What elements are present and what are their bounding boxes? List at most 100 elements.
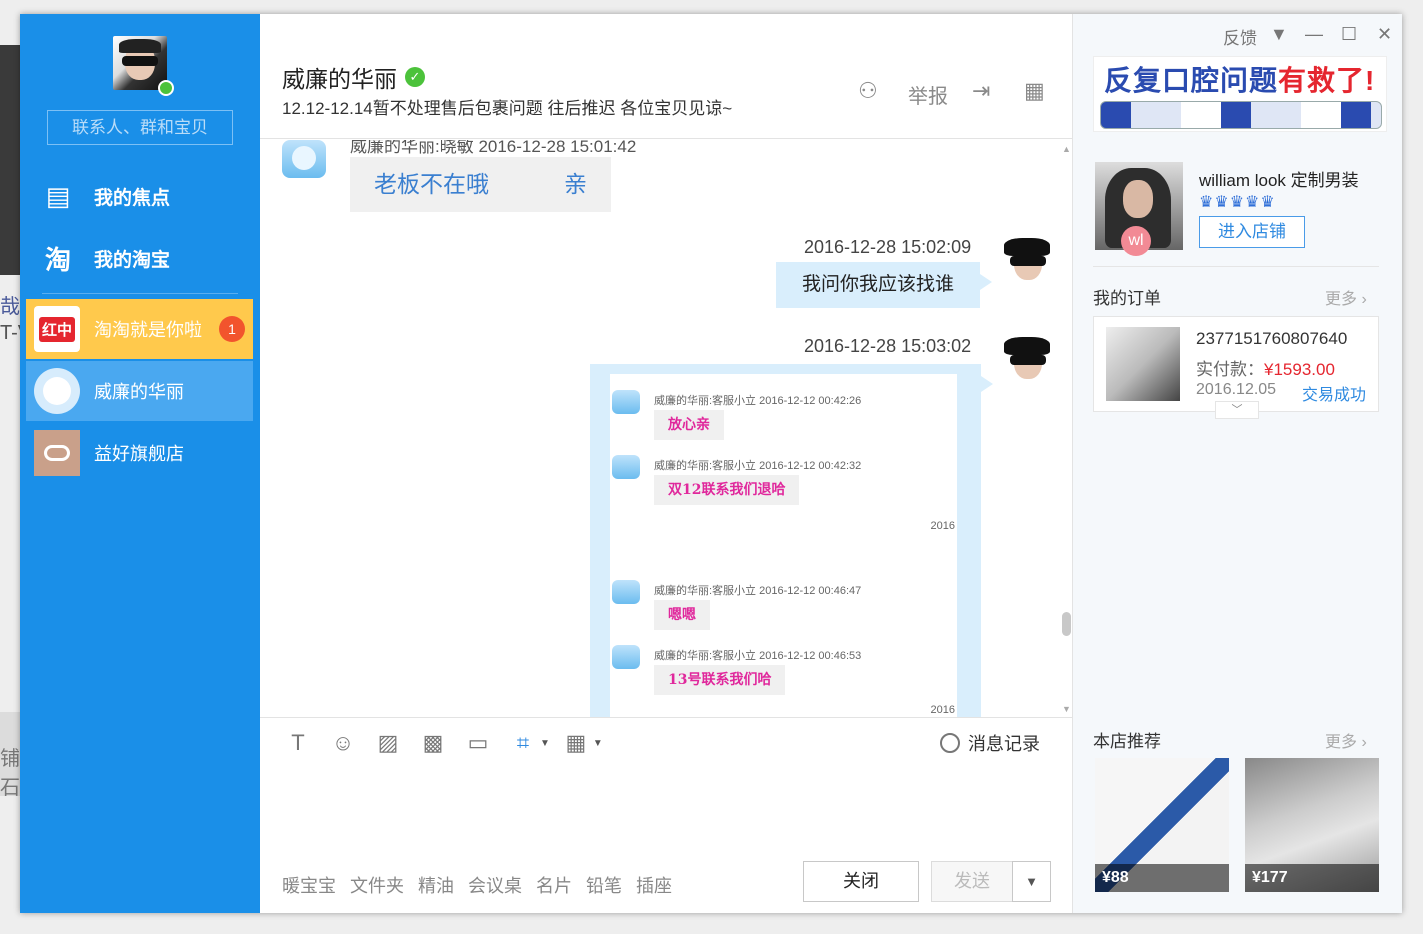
desktop-text: 铺石 <box>0 712 20 796</box>
order-paid: 实付款：¥1593.00 <box>1196 360 1335 379</box>
quick-phrase[interactable]: 暖宝宝 <box>282 872 336 898</box>
minimize-icon[interactable]: — <box>1305 24 1323 45</box>
contact-item-yihao[interactable]: 益好旗舰店 <box>26 423 253 483</box>
scrollbar-thumb[interactable] <box>1062 612 1071 636</box>
screenshot-timestamp: 2016 <box>930 520 955 532</box>
chat-screenshot-image[interactable]: 威廉的华丽:客服小立 2016-12-12 00:42:26 放心亲 威廉的华丽… <box>610 374 957 717</box>
quick-phrase-bar: 暖宝宝 文件夹 精油 会议桌 名片 铅笔 插座 <box>282 872 672 898</box>
quick-phrase[interactable]: 铅笔 <box>586 872 622 898</box>
online-status-icon <box>158 80 174 96</box>
shop-name: william look 定制男装 <box>1199 171 1359 190</box>
divider <box>1093 266 1379 267</box>
quick-phrase[interactable]: 文件夹 <box>350 872 404 898</box>
enter-shop-button[interactable]: 进入店铺 <box>1199 216 1305 248</box>
contact-avatar: 红中 <box>34 306 80 352</box>
report-button[interactable]: 举报 <box>908 80 948 109</box>
shop-avatar-badge: wl <box>1121 226 1151 256</box>
ad-product-image <box>1100 101 1382 129</box>
orders-more-link[interactable]: 更多 › <box>1325 285 1367 309</box>
magic-expression-icon[interactable]: ▩ <box>417 728 449 758</box>
order-id: 2377151760807640 <box>1196 329 1348 348</box>
contact-search-input[interactable]: 联系人、群和宝贝 <box>47 110 233 145</box>
message-list: 威廉的华丽:晓敏 2016-12-28 15:01:42 老板不在哦亲 2016… <box>260 140 1072 717</box>
export-icon[interactable]: ⇥ <box>972 78 990 104</box>
contact-name: 淘淘就是你啦 <box>94 320 202 340</box>
calculator-icon[interactable]: ▦ <box>560 728 592 758</box>
aliwangwang-chat-window: 联系人、群和宝贝 ▤ 我的焦点 淘 我的淘宝 红中 淘淘就是你啦 1 威廉的华丽… <box>20 14 1402 913</box>
recommended-product[interactable]: ¥88 <box>1095 758 1229 892</box>
chat-title: 威廉的华丽 ✓ <box>282 60 425 94</box>
message-meta: 威廉的华丽:晓敏 2016-12-28 15:01:42 <box>350 140 637 156</box>
text-format-icon[interactable]: T <box>282 728 314 758</box>
sidebar: 联系人、群和宝贝 ▤ 我的焦点 淘 我的淘宝 红中 淘淘就是你啦 1 威廉的华丽… <box>20 14 260 913</box>
add-friend-icon[interactable]: ⚇ <box>858 78 878 104</box>
my-message-avatar <box>1004 337 1050 383</box>
recommend-more-link[interactable]: 更多 › <box>1325 728 1367 752</box>
shop-announcement: 12.12-12.14暂不处理售后包裹问题 往后推迟 各位宝贝见谅~ <box>282 99 733 118</box>
chevron-down-icon[interactable]: ▼ <box>540 738 550 749</box>
outgoing-screenshot-message[interactable]: 威廉的华丽:客服小立 2016-12-12 00:42:26 放心亲 威廉的华丽… <box>590 364 993 717</box>
product-price: ¥88 <box>1095 864 1229 892</box>
outgoing-message: 我问你我应该找谁 <box>776 262 992 308</box>
menu-dropdown-icon[interactable]: ▼ <box>1270 24 1288 45</box>
order-card[interactable]: 2377151760807640 实付款：¥1593.00 2016.12.05… <box>1093 316 1379 412</box>
comment-icon[interactable]: ▭ <box>462 728 494 758</box>
verified-check-icon: ✓ <box>405 67 425 87</box>
order-product-image <box>1106 327 1180 401</box>
contact-name: 益好旗舰店 <box>94 444 184 464</box>
order-date: 2016.12.05 <box>1196 381 1277 398</box>
contact-avatar <box>34 368 80 414</box>
my-message-avatar <box>1004 238 1050 284</box>
quick-phrase[interactable]: 会议桌 <box>468 872 522 898</box>
screenshot-timestamp: 2016 <box>930 704 955 716</box>
message-timestamp: 2016-12-28 15:03:02 <box>804 336 972 356</box>
image-icon[interactable]: ▨ <box>372 728 404 758</box>
feedback-button[interactable]: 反馈 <box>1223 24 1257 49</box>
contact-name: 威廉的华丽 <box>94 382 184 402</box>
shop-info-panel: 反馈 ▼ — ☐ ✕ 反复口腔问题有救了! wl william look 定制… <box>1072 14 1402 913</box>
contact-item-taotao[interactable]: 红中 淘淘就是你啦 1 <box>26 299 253 359</box>
message-timestamp: 2016-12-28 15:02:09 <box>804 237 972 257</box>
nav-my-focus[interactable]: ▤ 我的焦点 <box>42 174 252 218</box>
product-price: ¥177 <box>1245 864 1379 892</box>
crown-rating-icon: ♛♛♛♛♛ <box>1199 194 1276 211</box>
scroll-down-icon[interactable]: ▼ <box>1062 704 1071 714</box>
recommend-title: 本店推荐 <box>1093 732 1161 751</box>
send-options-dropdown[interactable]: ▼ <box>1012 861 1051 902</box>
emoji-icon[interactable]: ☺ <box>327 728 359 758</box>
recommended-product[interactable]: ¥177 <box>1245 758 1379 892</box>
contact-item-weilian[interactable]: 威廉的华丽 <box>26 361 253 421</box>
taobao-logo-icon: 淘 <box>44 244 71 275</box>
contact-avatar <box>34 430 80 476</box>
divider <box>260 138 1072 139</box>
send-button[interactable]: 发送 <box>931 861 1013 902</box>
close-icon[interactable]: ✕ <box>1377 24 1392 45</box>
nav-label: 我的淘宝 <box>94 249 171 271</box>
input-toolbar: T ☺ ▨ ▩ ▭ ⌗ ▼ ▦ ▼ <box>282 727 613 759</box>
chevron-down-icon[interactable]: ﹀ <box>1215 401 1259 419</box>
desktop-window-behind <box>0 45 20 275</box>
incoming-message: 老板不在哦亲 <box>350 157 611 212</box>
clock-icon <box>940 733 960 753</box>
chevron-down-icon[interactable]: ▼ <box>593 738 603 749</box>
peer-avatar[interactable] <box>282 140 326 178</box>
quick-phrase[interactable]: 名片 <box>536 872 572 898</box>
close-button[interactable]: 关闭 <box>803 861 919 902</box>
quick-phrase[interactable]: 精油 <box>418 872 454 898</box>
message-history-button[interactable]: 消息记录 <box>940 730 1040 756</box>
maximize-icon[interactable]: ☐ <box>1341 24 1357 45</box>
crop-screenshot-icon[interactable]: ⌗ <box>507 728 539 758</box>
divider <box>42 293 238 294</box>
orders-title: 我的订单 <box>1093 289 1161 308</box>
nav-label: 我的焦点 <box>94 187 171 209</box>
unread-badge: 1 <box>219 316 245 342</box>
news-panel-icon: ▤ <box>45 180 71 211</box>
scroll-up-icon[interactable]: ▲ <box>1062 144 1071 154</box>
order-status: 交易成功 <box>1302 387 1367 404</box>
nav-my-taobao[interactable]: 淘 我的淘宝 <box>42 236 252 280</box>
divider <box>260 717 1072 718</box>
chat-scrollbar[interactable]: ▲ ▼ <box>1060 144 1072 714</box>
advertisement-banner[interactable]: 反复口腔问题有救了! <box>1093 56 1387 132</box>
apps-grid-icon[interactable]: ▦ <box>1024 78 1045 104</box>
quick-phrase[interactable]: 插座 <box>636 872 672 898</box>
